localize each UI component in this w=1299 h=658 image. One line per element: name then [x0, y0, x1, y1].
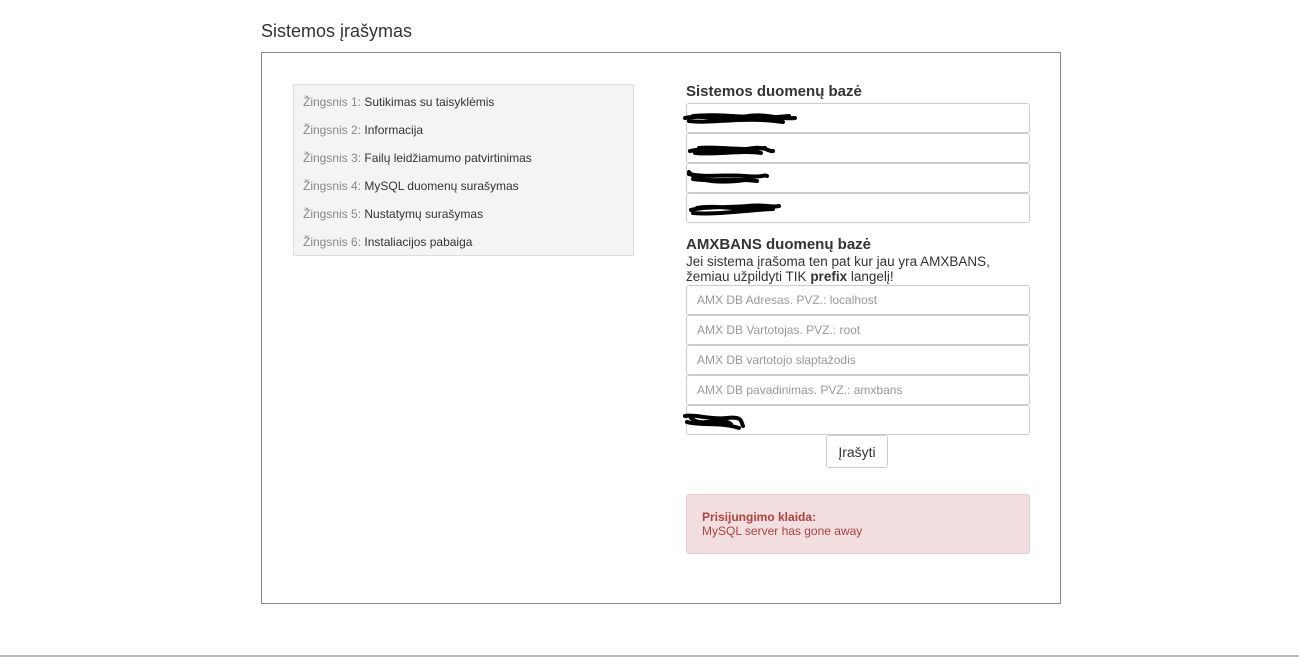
amx-db-note-bold: prefix [810, 269, 848, 284]
amx-db-password-field[interactable] [686, 345, 1030, 375]
system-db-user-input[interactable] [687, 134, 1029, 162]
page-title: Sistemos įrašymas [261, 21, 413, 41]
step-prefix: Žingsnis 4: [303, 179, 362, 193]
bottom-divider [0, 655, 1299, 657]
step-item-2: Žingsnis 2: Informacija [294, 116, 633, 144]
step-label: Informacija [364, 123, 424, 137]
step-item-3: Žingsnis 3: Failų leidžiamumo patvirtini… [294, 144, 633, 172]
step-item-1: Žingsnis 1: Sutikimas su taisyklėmis [294, 88, 633, 116]
amx-db-prefix-field[interactable] [683, 405, 1030, 435]
system-db-name-field[interactable] [686, 193, 1030, 223]
amx-db-prefix-input[interactable] [687, 406, 1029, 434]
install-panel: Žingsnis 1: Sutikimas su taisyklėmis Žin… [261, 52, 1061, 604]
system-db-title: Sistemos duomenų bazė [686, 83, 862, 100]
step-label: MySQL duomenų surašymas [364, 179, 519, 193]
step-prefix: Žingsnis 6: [303, 235, 362, 249]
steps-list: Žingsnis 1: Sutikimas su taisyklėmis Žin… [293, 84, 634, 256]
submit-button[interactable]: Įrašyti [826, 435, 888, 468]
step-item-4: Žingsnis 4: MySQL duomenų surašymas [294, 172, 633, 200]
error-alert: Prisijungimo klaida: MySQL server has go… [686, 494, 1030, 554]
alert-message: MySQL server has gone away [702, 524, 863, 538]
step-prefix: Žingsnis 2: [303, 123, 362, 137]
amx-db-user-input[interactable] [687, 316, 1029, 344]
amx-db-note-text-end: langelį! [847, 269, 894, 284]
step-label: Nustatymų surašymas [364, 207, 484, 221]
amx-db-host-input[interactable] [687, 286, 1029, 314]
step-label: Sutikimas su taisyklėmis [364, 95, 495, 109]
system-db-password-input[interactable] [687, 164, 1029, 192]
step-prefix: Žingsnis 3: [303, 151, 362, 165]
amx-db-host-field[interactable] [686, 285, 1030, 315]
step-label: Failų leidžiamumo patvirtinimas [364, 151, 532, 165]
step-item-5: Žingsnis 5: Nustatymų surašymas [294, 200, 633, 228]
step-prefix: Žingsnis 1: [303, 95, 362, 109]
amx-db-password-input[interactable] [687, 346, 1029, 374]
db-form: Sistemos duomenų bazė AMXBANS duomenų ba… [683, 83, 1030, 554]
system-db-host-field[interactable] [683, 103, 1030, 133]
amx-db-title: AMXBANS duomenų bazė [686, 236, 872, 253]
step-item-6: Žingsnis 6: Instaliacijos pabaiga [294, 228, 633, 256]
system-db-password-field[interactable] [686, 163, 1030, 193]
amx-db-user-field[interactable] [686, 315, 1030, 345]
amx-db-note: Jei sistema įrašoma ten pat kur jau yra … [686, 254, 1030, 284]
amx-db-name-field[interactable] [686, 375, 1030, 405]
system-db-user-field[interactable] [686, 133, 1030, 163]
amx-db-name-input[interactable] [687, 376, 1029, 404]
step-prefix: Žingsnis 5: [303, 207, 362, 221]
system-db-name-input[interactable] [687, 194, 1029, 222]
system-db-host-input[interactable] [687, 104, 1029, 132]
step-label: Instaliacijos pabaiga [364, 235, 473, 249]
alert-title: Prisijungimo klaida: [702, 510, 817, 524]
